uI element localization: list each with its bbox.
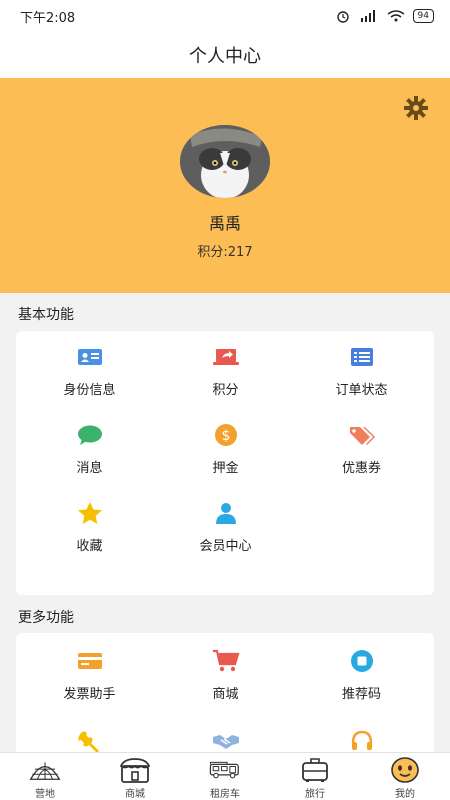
tags-icon (349, 427, 375, 445)
basic-item-label: 消息 (76, 461, 103, 476)
basic-item-label: 会员中心 (199, 539, 252, 554)
basic-item-points[interactable]: 积分 (156, 331, 295, 409)
basic-item-messages[interactable]: 消息 (20, 409, 159, 487)
camp-tent-icon (29, 762, 61, 780)
credit-card-icon (77, 653, 102, 669)
status-icons: 94 (335, 9, 434, 23)
basic-item-identity[interactable]: 身份信息 (20, 331, 159, 409)
basic-item-label: 收藏 (76, 539, 103, 554)
tab-label: 商城 (125, 789, 145, 800)
status-bar: 下午2:08 94 (0, 0, 450, 32)
more-item-referral-code[interactable]: 推荐码 (292, 635, 431, 713)
profile-header: 禹禹 积分:217 (0, 78, 450, 293)
list-icon (350, 348, 373, 366)
qr-code-icon (350, 650, 373, 672)
user-icon (215, 503, 236, 524)
id-card-icon (77, 349, 102, 365)
more-item-label: 商城 (212, 687, 239, 702)
alarm-icon (336, 11, 349, 23)
tab-label: 租房车 (210, 789, 240, 800)
tab-label: 我的 (395, 789, 415, 800)
status-time: 下午2:08 (20, 10, 76, 26)
tab-camp[interactable]: 营地 (0, 753, 90, 800)
svg-text:$: $ (221, 428, 230, 444)
avatar[interactable] (180, 125, 270, 198)
section-title-basic: 基本功能 (18, 307, 74, 323)
signal-icon (360, 10, 375, 22)
gear-icon (404, 96, 428, 120)
basic-item-order-status[interactable]: 订单状态 (292, 331, 431, 409)
shopping-cart-icon (212, 649, 239, 672)
basic-item-label: 订单状态 (335, 383, 388, 398)
cat-photo (180, 125, 270, 198)
section-title-more: 更多功能 (18, 610, 74, 626)
tab-label: 旅行 (305, 789, 325, 800)
laptop-share-icon (212, 349, 239, 365)
rv-icon (209, 761, 239, 779)
chat-bubble-icon (77, 425, 102, 445)
basic-item-deposit[interactable]: $ 押金 (156, 409, 295, 487)
handshake-icon (212, 735, 239, 749)
basic-item-label: 押金 (212, 461, 239, 476)
tab-rent-rv[interactable]: 租房车 (180, 753, 270, 800)
more-functions-card: 发票助手 商城 推荐码 (16, 633, 434, 763)
tab-label: 营地 (35, 789, 55, 800)
settings-button[interactable] (402, 94, 430, 122)
basic-functions-card: 身份信息 积分 订单状态 消息 $ 押金 优惠券 收藏 会员中心 (16, 331, 434, 595)
wifi-icon (387, 10, 404, 22)
headset-icon (351, 730, 372, 750)
tab-mine[interactable]: 我的 (360, 753, 450, 800)
username: 禹禹 (208, 214, 241, 233)
page-title: 个人中心 (189, 46, 261, 67)
battery-icon: 94 (412, 9, 434, 23)
basic-item-membership[interactable]: 会员中心 (156, 487, 295, 565)
points-label[interactable]: 积分:217 (0, 241, 450, 260)
dollar-coin-icon: $ (214, 424, 237, 446)
title-bar: 个人中心 (0, 32, 450, 78)
luggage-icon (302, 758, 328, 782)
more-item-mall[interactable]: 商城 (156, 635, 295, 713)
more-item-label: 推荐码 (341, 687, 381, 702)
basic-item-favorites[interactable]: 收藏 (20, 487, 159, 565)
basic-item-label: 身份信息 (63, 383, 116, 398)
wrench-icon (77, 731, 99, 753)
tab-travel[interactable]: 旅行 (270, 753, 360, 800)
bottom-tab-bar: 营地 商城 租房车 旅行 我的 (0, 752, 450, 800)
basic-item-coupons[interactable]: 优惠券 (292, 409, 431, 487)
basic-item-label: 积分 (212, 383, 239, 398)
basic-item-label: 优惠券 (341, 461, 381, 476)
smiley-icon (391, 757, 419, 783)
store-icon (119, 758, 151, 783)
tab-mall[interactable]: 商城 (90, 753, 180, 800)
more-item-invoice[interactable]: 发票助手 (20, 635, 159, 713)
star-icon (77, 502, 102, 524)
more-item-label: 发票助手 (63, 687, 116, 702)
